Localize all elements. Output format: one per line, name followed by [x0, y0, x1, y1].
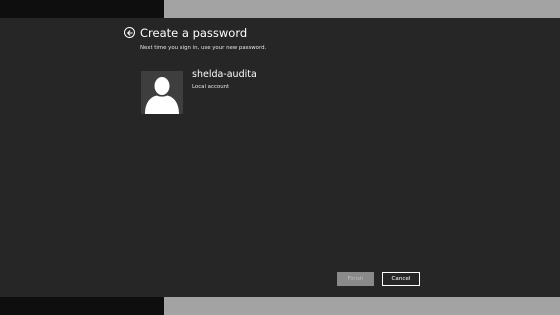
account-type: Local account — [192, 84, 230, 90]
bottom-background-band — [0, 297, 560, 315]
top-band-dark — [0, 0, 164, 18]
user-silhouette-icon — [145, 77, 179, 114]
page-subtitle: Next time you sign in, use your new pass… — [140, 45, 267, 51]
user-name: shelda-audita — [192, 69, 257, 80]
finish-button[interactable]: Finish — [337, 272, 374, 286]
top-background-band — [0, 0, 560, 18]
page-title: Create a password — [140, 26, 248, 40]
back-arrow-icon — [127, 30, 133, 36]
dialog-panel — [0, 18, 560, 297]
bottom-band-dark — [0, 297, 164, 315]
back-button[interactable] — [124, 27, 135, 38]
cancel-button[interactable]: Cancel — [382, 272, 420, 286]
bottom-band-light — [164, 297, 560, 315]
avatar — [141, 71, 183, 114]
top-band-light — [164, 0, 560, 18]
